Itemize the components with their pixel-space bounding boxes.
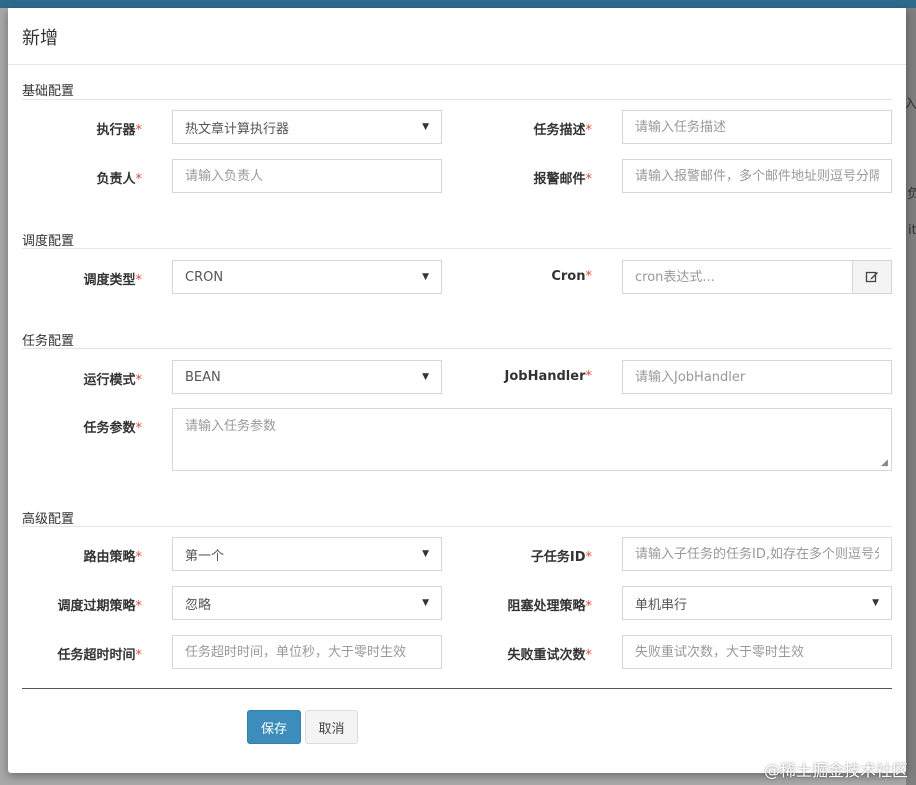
timeout-label: 任务超时时间*: [57, 648, 142, 663]
fail-retry-input[interactable]: [622, 635, 892, 669]
section-divider: [22, 99, 892, 100]
schedule-type-label: 调度类型*: [83, 273, 142, 288]
caret-down-icon: ▼: [422, 372, 429, 382]
block-strategy-label: 阻塞处理策略*: [507, 599, 592, 614]
misfire-strategy-label: 调度过期策略*: [57, 599, 142, 614]
executor-select[interactable]: 热文章计算执行器 ▼: [172, 110, 442, 144]
watermark: @稀土掘金技术社区: [763, 761, 908, 780]
caret-down-icon: ▼: [872, 598, 879, 608]
caret-down-icon: ▼: [422, 549, 429, 559]
job-desc-label: 任务描述*: [533, 123, 592, 138]
alarm-email-input[interactable]: [622, 159, 892, 193]
section-title-job: 任务配置: [22, 334, 75, 349]
background-text-fragment: 负: [907, 187, 916, 202]
misfire-strategy-select[interactable]: 忽略 ▼: [172, 586, 442, 620]
author-input[interactable]: [172, 159, 442, 193]
glue-type-label: 运行模式*: [83, 373, 142, 388]
timeout-input[interactable]: [172, 635, 442, 669]
fail-retry-label: 失败重试次数*: [507, 648, 592, 663]
route-strategy-label: 路由策略*: [83, 550, 142, 565]
alarm-email-label: 报警邮件*: [533, 172, 592, 187]
block-strategy-select[interactable]: 单机串行 ▼: [622, 586, 892, 620]
section-title-basic: 基础配置: [22, 84, 75, 99]
job-handler-input[interactable]: [622, 360, 892, 394]
section-divider: [22, 526, 892, 527]
cron-label: Cron*: [551, 269, 592, 284]
section-divider: [22, 248, 892, 249]
schedule-type-select[interactable]: CRON ▼: [172, 260, 442, 294]
caret-down-icon: ▼: [422, 272, 429, 282]
footer-divider: [22, 688, 892, 689]
cron-input[interactable]: [622, 260, 853, 294]
section-title-schedule: 调度配置: [22, 234, 75, 249]
cancel-button[interactable]: 取消: [305, 710, 358, 744]
resize-grip-icon[interactable]: ◢: [881, 459, 888, 468]
section-divider: [22, 348, 892, 349]
glue-type-select[interactable]: BEAN ▼: [172, 360, 442, 394]
job-desc-input[interactable]: [622, 110, 892, 144]
child-job-id-label: 子任务ID*: [530, 550, 592, 565]
save-button[interactable]: 保存: [247, 710, 301, 744]
author-label: 负责人*: [96, 172, 142, 187]
executor-label: 执行器*: [96, 123, 142, 138]
caret-down-icon: ▼: [422, 122, 429, 132]
edit-icon: [865, 271, 878, 283]
modal-header: 新增: [8, 8, 906, 65]
backdrop-right: 入 负 it: [904, 8, 916, 785]
child-job-id-input[interactable]: [622, 537, 892, 571]
add-job-modal: 新增 基础配置 执行器* 热文章计算执行器▼ 任务描述* 负责人* 报警邮件* …: [8, 8, 906, 773]
caret-down-icon: ▼: [422, 598, 429, 608]
cron-edit-button[interactable]: [852, 260, 892, 294]
job-param-textarea[interactable]: [172, 408, 892, 471]
job-param-label: 任务参数*: [83, 421, 142, 436]
route-strategy-select[interactable]: 第一个 ▼: [172, 537, 442, 571]
section-title-advanced: 高级配置: [22, 512, 75, 527]
modal-title: 新增: [22, 28, 58, 49]
background-topbar: [0, 0, 916, 8]
job-handler-label: JobHandler*: [504, 369, 592, 384]
background-text-fragment: it: [908, 223, 916, 238]
